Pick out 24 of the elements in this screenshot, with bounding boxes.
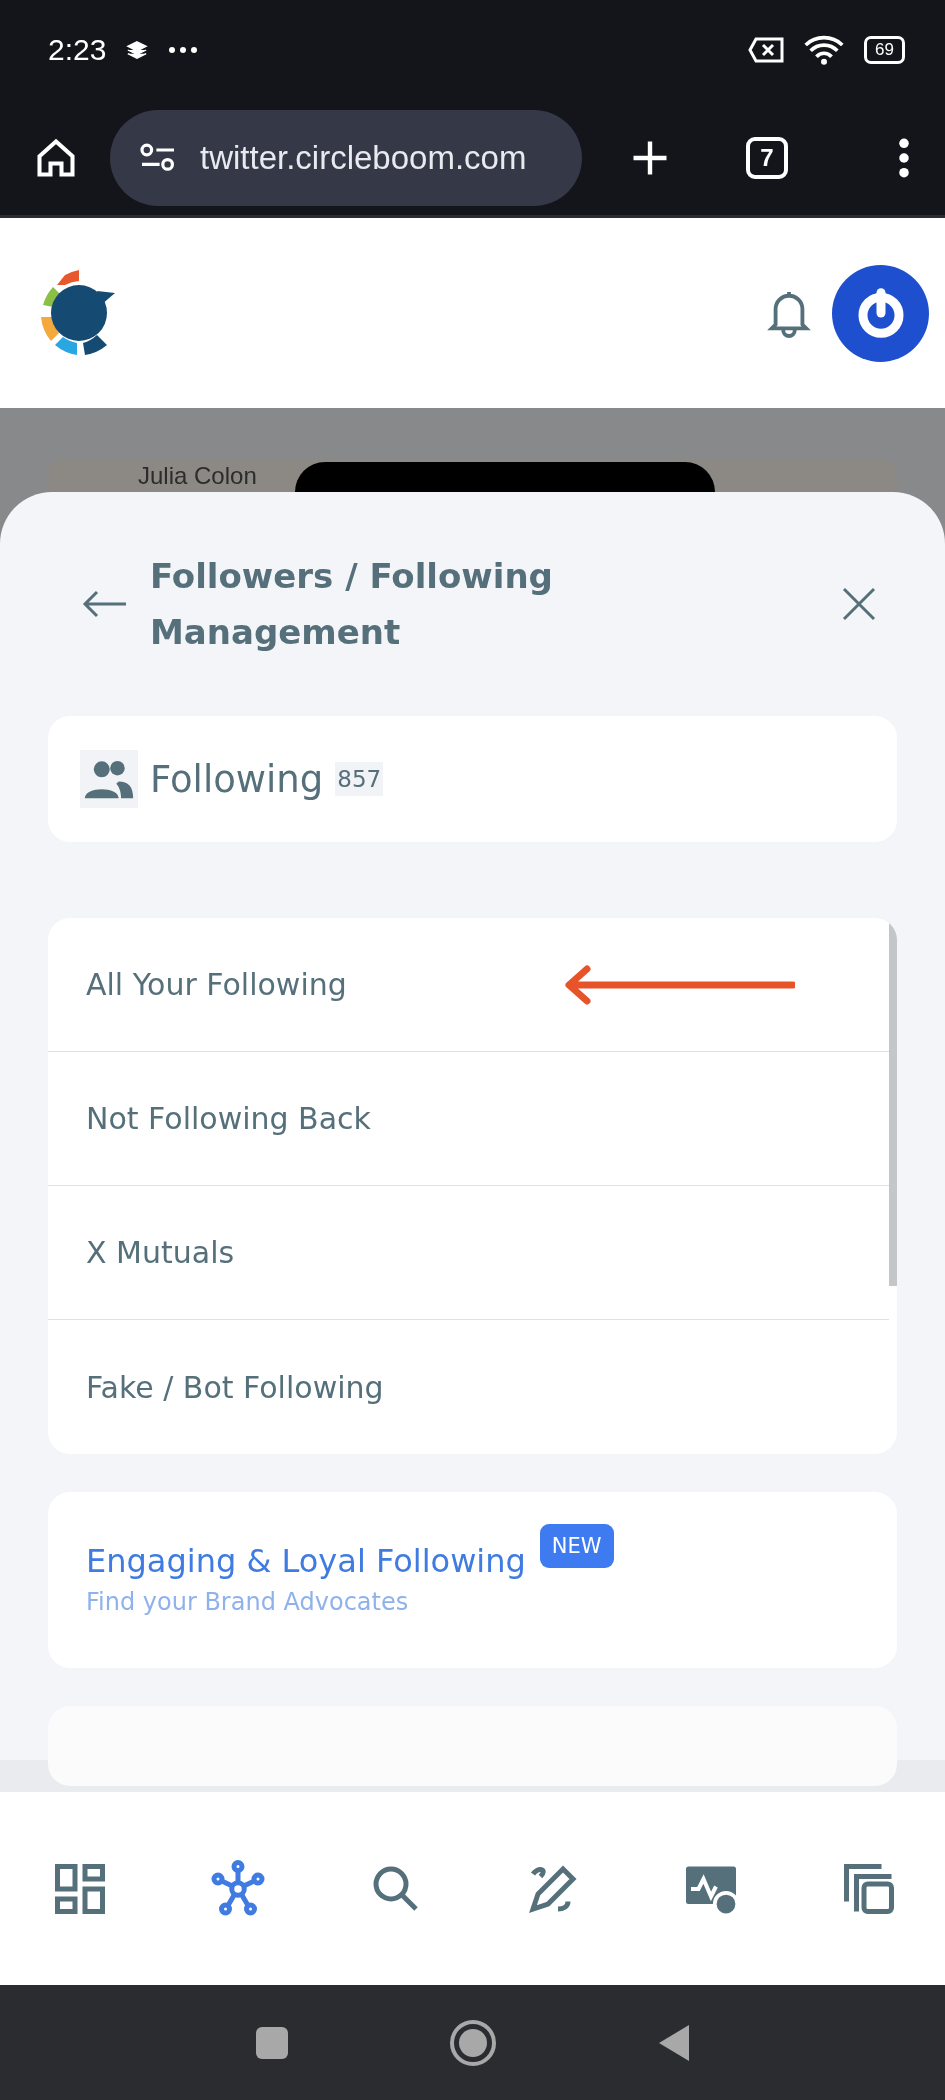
menu-item[interactable]: All Your Following: [48, 918, 889, 1052]
promo-card[interactable]: Engaging & Loyal Following NEW Find your Brand Advocates: [48, 1492, 897, 1668]
people-icon: [80, 750, 138, 808]
close-icon[interactable]: [841, 586, 877, 622]
following-label: Following: [150, 757, 324, 801]
following-card[interactable]: Following 857: [48, 716, 897, 842]
back-arrow-icon[interactable]: [82, 589, 128, 619]
battery-level: 69: [864, 36, 905, 64]
promo-title: Engaging & Loyal Following: [86, 1542, 526, 1580]
more-icon: [168, 46, 199, 54]
sheet-title: Followers / Following Management: [150, 555, 554, 654]
wifi-icon: [804, 35, 845, 65]
new-badge: NEW: [539, 1524, 614, 1568]
no-sim-icon: [748, 37, 785, 63]
promo-subtitle: Find your Brand Advocates: [86, 1588, 410, 1616]
address-bar[interactable]: twitter.circleboom.com: [110, 109, 582, 206]
home-button-icon[interactable]: [448, 2018, 497, 2067]
layers-icon: [126, 39, 149, 61]
account-name: Julia Colon: [138, 462, 257, 490]
status-time: 2:23: [48, 33, 107, 67]
recents-icon[interactable]: [254, 2025, 289, 2060]
tab-count-button[interactable]: 7: [746, 136, 788, 179]
following-count: 857: [335, 762, 384, 796]
menu-item[interactable]: Fake / Bot Following: [48, 1320, 889, 1454]
